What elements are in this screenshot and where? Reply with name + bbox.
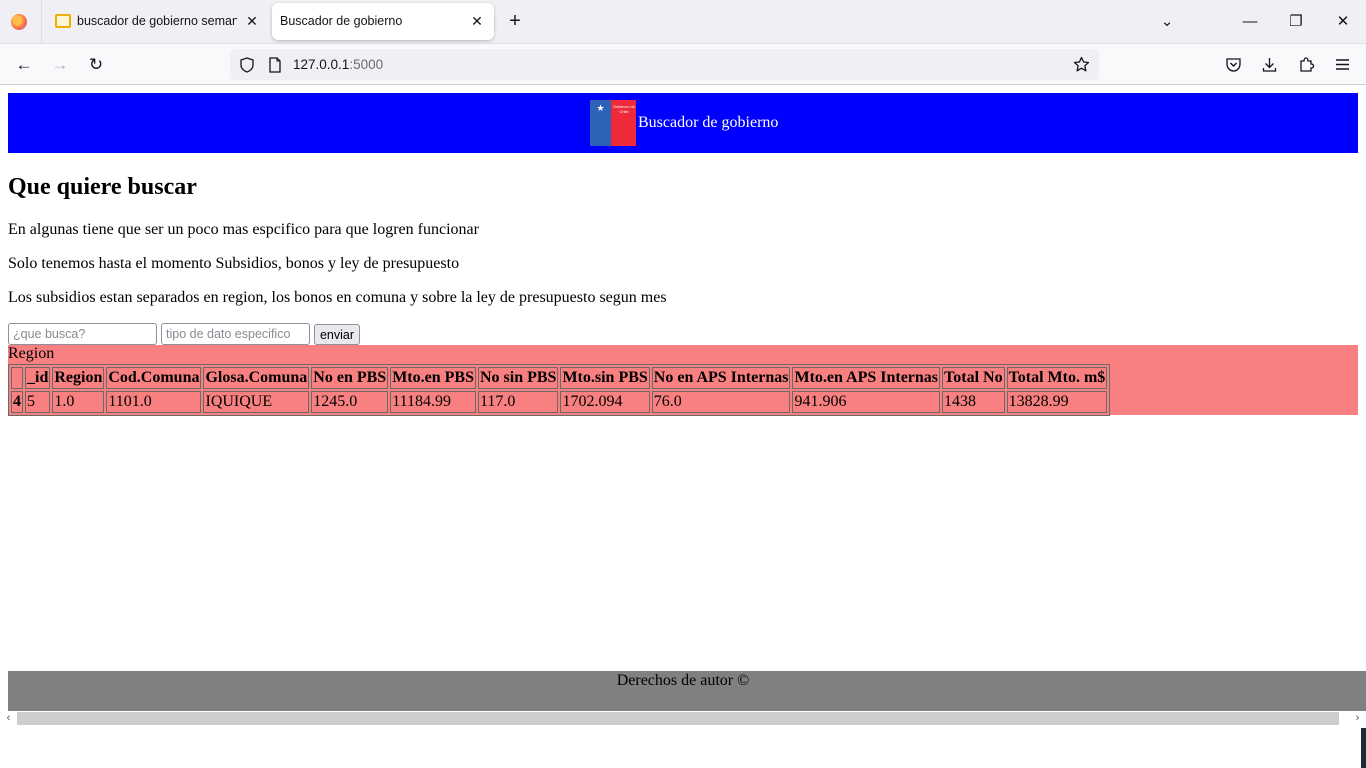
results-table: _id Region Cod.Comuna Glosa.Comuna No en… (8, 364, 1111, 416)
firefox-logo-icon (11, 14, 27, 30)
reload-icon[interactable]: ↻ (83, 52, 109, 78)
navigation-toolbar: ← → ↻ 127.0.0.1:5000 (0, 44, 1366, 85)
table-cell: 1101.0 (106, 391, 202, 413)
hamburger-menu-icon[interactable] (1334, 56, 1351, 73)
table-header-row: _id Region Cod.Comuna Glosa.Comuna No en… (11, 367, 1108, 389)
scroll-left-icon[interactable]: ‹ (1, 711, 16, 726)
table-cell: 1438 (942, 391, 1005, 413)
submit-button[interactable]: enviar (314, 324, 360, 345)
search-input[interactable] (8, 323, 157, 345)
column-header (11, 367, 23, 389)
taskbar-edge (1361, 728, 1366, 768)
column-header: No sin PBS (477, 367, 559, 389)
tab-label: buscador de gobierno semana 3 (77, 14, 237, 28)
shield-icon[interactable] (239, 57, 255, 73)
table-cell: 11184.99 (390, 391, 476, 413)
minimize-icon[interactable]: — (1238, 10, 1262, 34)
table-cell: 941.906 (792, 391, 941, 413)
bookmark-star-icon[interactable] (1073, 56, 1090, 73)
column-header: Mto.en PBS (390, 367, 476, 389)
scroll-right-icon[interactable]: › (1350, 711, 1365, 726)
list-tabs-icon[interactable]: ⌄ (1155, 10, 1179, 34)
close-window-icon[interactable]: ✕ (1331, 10, 1355, 34)
row-index: 4 (11, 391, 23, 413)
downloads-icon[interactable] (1261, 56, 1278, 73)
table-cell: 1245.0 (311, 391, 389, 413)
url-text[interactable]: 127.0.0.1:5000 (293, 57, 383, 72)
data-type-input[interactable] (161, 323, 310, 345)
site-title: Buscador de gobierno (638, 114, 779, 131)
footer-text: Derechos de autor © (616, 672, 750, 689)
browser-tab-strip: buscador de gobierno semana 3 ✕ Buscador… (0, 0, 1366, 44)
info-paragraph-3: Los subsidios estan separados en region,… (8, 289, 667, 306)
address-bar[interactable]: 127.0.0.1:5000 (230, 49, 1099, 80)
extensions-icon[interactable] (1298, 56, 1315, 73)
table-cell: 1702.094 (560, 391, 650, 413)
forward-icon[interactable]: → (47, 52, 73, 78)
site-header: ★ Gobierno de Chile Buscador de gobierno (8, 93, 1358, 153)
gobierno-de-chile-logo: ★ Gobierno de Chile (590, 100, 636, 146)
table-row: 4 5 1.0 1101.0 IQUIQUE 1245.0 11184.99 1… (11, 391, 1108, 413)
scrollbar-thumb[interactable] (17, 712, 1339, 725)
horizontal-scrollbar[interactable]: ‹ › (0, 711, 1366, 726)
star-icon: ★ (596, 103, 605, 113)
column-header: Cod.Comuna (106, 367, 202, 389)
url-port: :5000 (349, 57, 384, 72)
results-section: Region _id Region Cod.Comuna Glosa.Comun… (8, 345, 1358, 416)
table-cell: 5 (25, 391, 51, 413)
url-host: 127.0.0.1 (293, 57, 350, 72)
table-cell: 13828.99 (1006, 391, 1108, 413)
table-cell: 117.0 (477, 391, 559, 413)
restore-icon[interactable]: ❐ (1284, 10, 1308, 34)
column-header: Glosa.Comuna (203, 367, 310, 389)
new-tab-button[interactable]: + (504, 10, 526, 32)
tab-inactive[interactable]: buscador de gobierno semana 3 ✕ (44, 3, 267, 40)
column-header: Mto.sin PBS (560, 367, 650, 389)
column-header: Region (52, 367, 105, 389)
page-heading: Que quiere buscar (8, 174, 197, 200)
page-icon[interactable] (268, 57, 282, 73)
results-label: Region (8, 345, 55, 362)
table-cell: 1.0 (52, 391, 105, 413)
table-cell: IQUIQUE (203, 391, 310, 413)
slides-favicon-icon (55, 14, 71, 28)
logo-text: Gobierno de Chile (612, 104, 635, 114)
tab-active[interactable]: Buscador de gobierno ✕ (272, 3, 494, 40)
close-tab-icon[interactable]: ✕ (468, 12, 486, 30)
pocket-icon[interactable] (1225, 56, 1242, 73)
firefox-menu-button[interactable] (0, 0, 42, 44)
table-cell: 76.0 (651, 391, 791, 413)
info-paragraph-2: Solo tenemos hasta el momento Subsidios,… (8, 255, 460, 272)
column-header: Total No (942, 367, 1005, 389)
info-paragraph-1: En algunas tiene que ser un poco mas esp… (8, 221, 479, 238)
column-header: No en APS Internas (651, 367, 791, 389)
back-icon[interactable]: ← (11, 52, 37, 78)
column-header: Total Mto. m$ (1006, 367, 1108, 389)
column-header: Mto.en APS Internas (792, 367, 941, 389)
tab-label: Buscador de gobierno (280, 14, 403, 28)
close-tab-icon[interactable]: ✕ (243, 12, 261, 30)
column-header: _id (25, 367, 51, 389)
column-header: No en PBS (311, 367, 389, 389)
